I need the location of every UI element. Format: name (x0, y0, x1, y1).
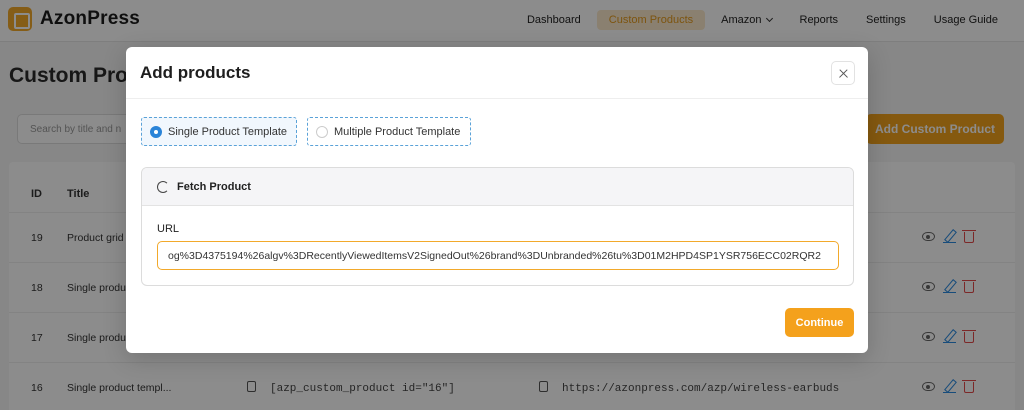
url-input[interactable] (157, 241, 839, 270)
continue-button[interactable]: Continue (785, 308, 854, 337)
fetch-product-title: Fetch Product (177, 180, 251, 193)
radio-unselected-icon[interactable] (316, 125, 328, 138)
fetch-product-header: Fetch Product (142, 168, 853, 206)
multiple-template-label: Multiple Product Template (334, 125, 461, 138)
url-label: URL (157, 223, 180, 235)
modal-header: Add products (126, 47, 868, 99)
close-icon[interactable] (831, 61, 855, 85)
multiple-product-template-option[interactable]: Multiple Product Template (307, 117, 471, 146)
refresh-icon (157, 180, 169, 193)
modal-title: Add products (140, 63, 251, 82)
add-products-modal: Add products Single Product Template Mul… (126, 47, 868, 353)
fetch-product-panel: Fetch Product URL (141, 167, 854, 286)
single-product-template-option[interactable]: Single Product Template (141, 117, 297, 146)
radio-selected-icon[interactable] (150, 125, 162, 138)
single-template-label: Single Product Template (168, 125, 288, 138)
